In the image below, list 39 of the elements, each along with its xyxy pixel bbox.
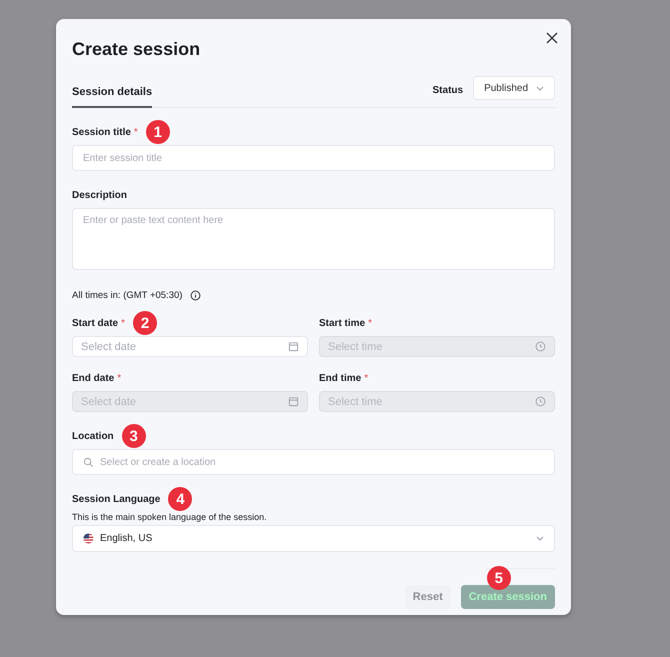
field-label: End date <box>72 372 114 384</box>
field-label: Session Language <box>72 494 160 504</box>
calendar-icon <box>288 341 299 352</box>
search-icon <box>83 456 94 468</box>
date-field[interactable]: Select date <box>72 336 308 357</box>
status-dropdown[interactable]: Published <box>473 76 555 100</box>
close-icon[interactable] <box>546 32 558 44</box>
timezone-note: All times in: (GMT +05:30) <box>72 290 182 300</box>
flag-icon <box>83 533 94 544</box>
required-mark: * <box>364 372 368 384</box>
text-area[interactable]: Enter or paste text content here <box>72 208 555 270</box>
clock-icon <box>535 396 546 407</box>
field-label: Start date <box>72 318 118 328</box>
dialog-title: Create session <box>72 38 202 61</box>
required-mark: * <box>368 318 372 328</box>
field-label: Description <box>72 190 128 200</box>
field-label: Session title <box>72 126 131 138</box>
chevron-down-icon <box>536 86 544 90</box>
required-mark: * <box>134 126 138 138</box>
required-mark: * <box>121 318 126 328</box>
step-badge: 3 <box>122 424 146 448</box>
status-label: Status <box>432 84 464 96</box>
field-label: End time <box>319 372 362 384</box>
step-badge: 4 <box>168 487 192 511</box>
help-text: This is the main spoken language of the session. <box>72 512 268 522</box>
step-badge: 5 <box>486 566 511 590</box>
step-badge: 1 <box>146 120 170 144</box>
clock-icon <box>535 341 546 352</box>
calendar-icon <box>288 396 299 407</box>
field-label: Location <box>72 430 114 442</box>
chevron-down-icon <box>536 536 544 541</box>
search-field[interactable]: Select or create a location <box>72 449 555 475</box>
required-mark: * <box>117 372 122 384</box>
text-field[interactable]: Enter session title <box>72 145 555 171</box>
info-icon <box>190 290 202 300</box>
tab[interactable]: Session details <box>72 86 152 108</box>
language-dropdown[interactable]: English, US <box>72 525 555 552</box>
field-label: Start time <box>319 318 366 328</box>
step-badge: 2 <box>133 311 158 335</box>
